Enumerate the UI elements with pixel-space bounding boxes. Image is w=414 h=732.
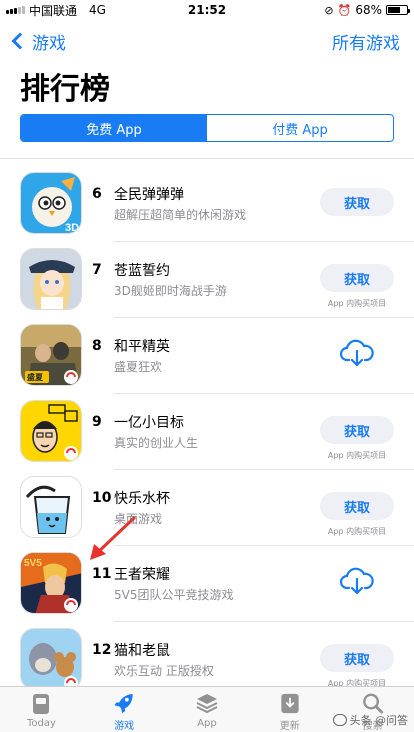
list-item[interactable]: 5V5 11 王者荣耀 5V5团队公平竞技游戏 (0, 546, 414, 622)
cloud-download-icon[interactable] (340, 338, 374, 368)
tab-label: 更新 (279, 721, 300, 732)
battery-icon (386, 5, 410, 15)
tab-games[interactable]: 游戏 (83, 687, 166, 732)
tab-label: 游戏 (114, 721, 135, 732)
app-name[interactable]: 和平精英 (114, 336, 170, 356)
rank-number: 11 (92, 566, 112, 582)
alarm-icon: ⏰ (337, 3, 352, 17)
app-subtitle: 真实的创业人生 (114, 436, 199, 450)
rank-number: 6 (92, 186, 102, 202)
app-name[interactable]: 猫和老鼠 (114, 640, 170, 660)
app-name[interactable]: 全民弹弹弹 (114, 184, 184, 204)
navigation-bar: 游戏 所有游戏 (0, 26, 414, 56)
red-arrow-annotation (90, 516, 136, 560)
back-button[interactable]: 游戏 (11, 29, 66, 54)
rank-number: 12 (92, 642, 112, 658)
in-app-purchase-note: App 内购买项目 (327, 527, 387, 536)
in-app-purchase-note: App 内购买项目 (327, 299, 387, 308)
today-icon (33, 694, 50, 714)
app-subtitle: 盛夏狂欢 (114, 360, 163, 374)
tab-free-apps[interactable]: 免费 App (21, 115, 207, 141)
list-item[interactable]: 12 猫和老鼠 欢乐互动 正版授权 获取 App 内购买项目 (0, 622, 414, 686)
list-item[interactable]: 10 快乐水杯 桌面游戏 获取 App 内购买项目 (0, 470, 414, 546)
get-button[interactable]: 获取 (320, 644, 394, 672)
rocket-icon (114, 693, 133, 714)
app-subtitle: 欢乐互动 正版授权 (114, 664, 214, 678)
network-label: 4G (89, 3, 106, 17)
tab-label: Today (26, 718, 56, 729)
list-item[interactable]: 9 一亿小目标 真实的创业人生 获取 App 内购买项目 (0, 394, 414, 470)
chevron-left-icon (11, 32, 29, 50)
tab-paid-apps[interactable]: 付费 App (207, 115, 393, 141)
get-button[interactable]: 获取 (320, 492, 394, 520)
back-label: 游戏 (32, 33, 66, 54)
tab-apps[interactable]: App (166, 687, 249, 732)
list-item[interactable]: 7 苍蓝誓约 3D舰姬即时海战手游 获取 App 内购买项目 (0, 242, 414, 318)
watermark: 头条 @问答 (332, 712, 408, 728)
app-name[interactable]: 一亿小目标 (114, 412, 184, 432)
rank-number: 10 (92, 490, 112, 506)
svg-text:盛夏: 盛夏 (27, 372, 44, 382)
get-button[interactable]: 获取 (320, 416, 394, 444)
app-icon-kuaile[interactable] (20, 476, 82, 538)
carrier-label: 中国联通 (29, 3, 78, 18)
app-icon-wangzhe[interactable]: 5V5 (20, 552, 82, 614)
app-icon-quanmin[interactable]: 3D (20, 172, 82, 234)
in-app-purchase-note: App 内购买项目 (327, 679, 387, 686)
app-icon-heping[interactable]: 盛夏 (20, 324, 82, 386)
list-item[interactable]: 3D 6 全民弹弹弹 超解压超简单的休闲游戏 获取 (0, 166, 414, 242)
list-item[interactable]: 盛夏 8 和平精英 盛夏狂欢 (0, 318, 414, 394)
segmented-control: 免费 App 付费 App (20, 114, 394, 142)
app-subtitle: 3D舰姬即时海战手游 (114, 284, 227, 298)
app-icon-canglan[interactable] (20, 248, 82, 310)
all-games-link[interactable]: 所有游戏 (332, 29, 400, 54)
lock-rotation-icon: ⊘ (324, 3, 334, 17)
app-icon-maohe[interactable] (20, 628, 82, 686)
app-name[interactable]: 快乐水杯 (114, 488, 170, 508)
tab-label: App (197, 718, 217, 729)
app-name[interactable]: 苍蓝誓约 (114, 260, 170, 280)
tab-today[interactable]: Today (0, 687, 83, 732)
ranking-list: 3D 6 全民弹弹弹 超解压超简单的休闲游戏 获取 7 苍蓝誓约 3D舰姬即时海… (0, 166, 414, 686)
get-button[interactable]: 获取 (320, 264, 394, 292)
status-bar: 中国联通 4G 21:52 ⊘ ⏰ 68% (0, 0, 414, 20)
divider (0, 158, 414, 159)
layers-icon (196, 694, 218, 714)
tab-updates[interactable]: 更新 (248, 687, 331, 732)
rank-number: 7 (92, 262, 102, 278)
svg-text:5V5: 5V5 (24, 558, 42, 569)
rank-number: 8 (92, 338, 102, 354)
page-title: 排行榜 (20, 72, 110, 107)
chat-bubble-icon (332, 714, 347, 726)
app-subtitle: 5V5团队公平竞技游戏 (114, 588, 234, 602)
rank-number: 9 (92, 414, 102, 430)
in-app-purchase-note: App 内购买项目 (327, 451, 387, 460)
download-tray-icon (281, 693, 299, 714)
svg-text:3D: 3D (65, 222, 79, 234)
app-subtitle: 超解压超简单的休闲游戏 (114, 208, 247, 222)
signal-icon (6, 6, 25, 14)
app-icon-yiyi[interactable] (20, 400, 82, 462)
battery-percent: 68% (355, 3, 382, 17)
app-name[interactable]: 王者荣耀 (114, 564, 170, 584)
get-button[interactable]: 获取 (320, 188, 394, 216)
clock: 21:52 (187, 3, 227, 17)
cloud-download-icon[interactable] (340, 566, 374, 596)
